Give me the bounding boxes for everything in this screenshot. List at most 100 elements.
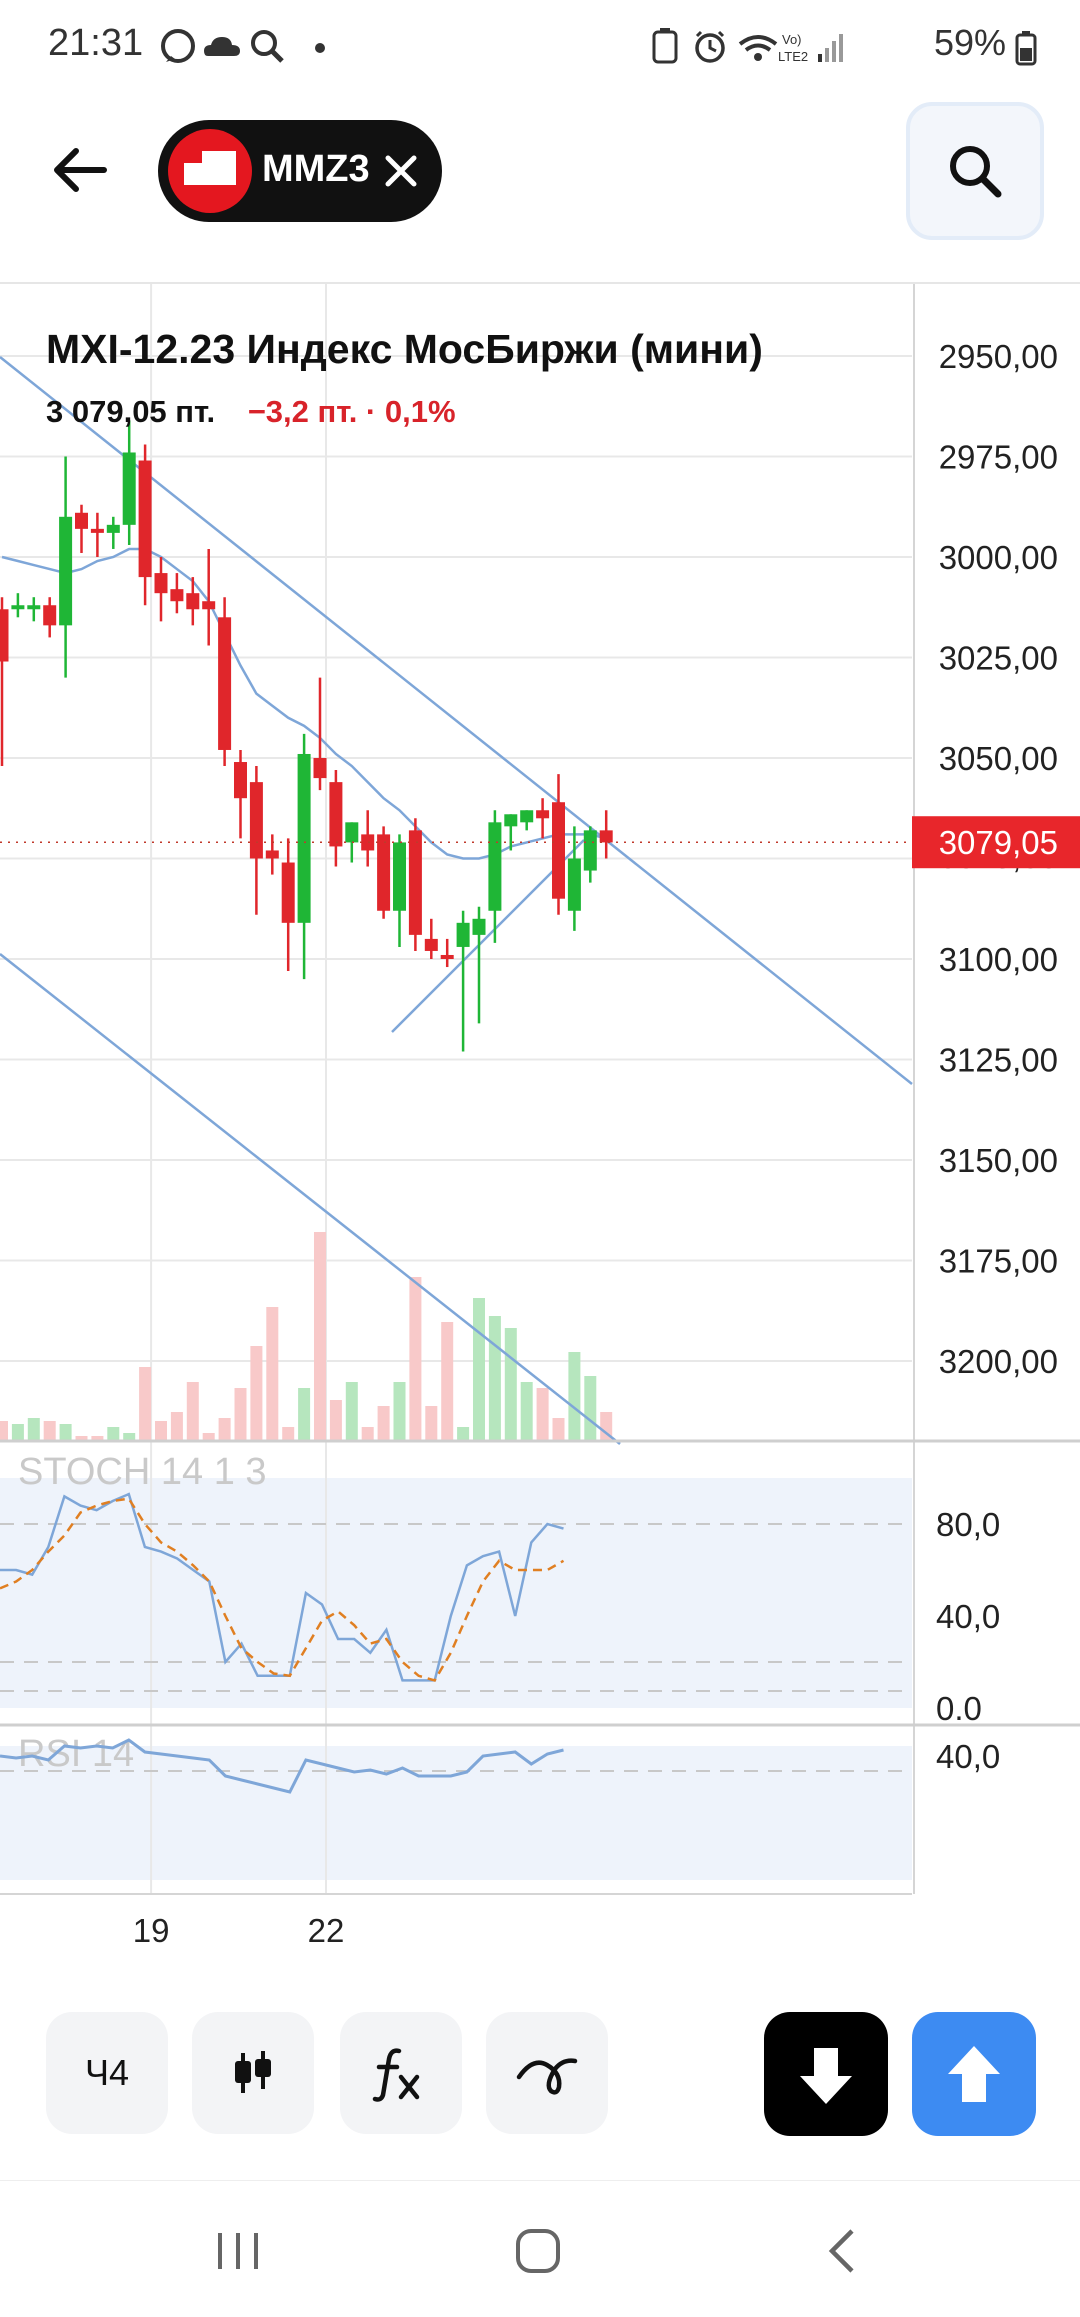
volume-bar: [139, 1367, 152, 1442]
price-axis-label: 3050,00: [939, 740, 1058, 777]
price-axis-label: 2950,00: [939, 338, 1058, 375]
candle-body: [599, 830, 613, 843]
candle-body: [377, 834, 391, 911]
ticker-label: MMZ3: [262, 148, 370, 190]
app-bar: MMZ3: [0, 96, 1080, 284]
candle-body: [154, 573, 168, 594]
volume-bar: [186, 1382, 199, 1442]
volume-bar: [568, 1352, 581, 1442]
candle-body: [0, 609, 9, 662]
buy-button[interactable]: [912, 2012, 1036, 2136]
volume-bar: [298, 1388, 311, 1442]
ticker-flag-icon: [168, 129, 252, 213]
volume-bar: [155, 1421, 167, 1442]
candle-body: [345, 822, 359, 843]
price-axis-label: 3150,00: [939, 1142, 1058, 1179]
volume-bar: [536, 1388, 549, 1442]
candle-body: [567, 858, 581, 911]
candle-body: [27, 605, 41, 610]
volume-bar: [409, 1277, 422, 1442]
stoch-axis-label: 0.0: [936, 1690, 982, 1727]
system-nav-bar: [0, 2180, 1080, 2317]
status-left-icons: [161, 29, 325, 63]
price-axis-label: 3125,00: [939, 1042, 1058, 1079]
candle-body: [106, 524, 120, 533]
arrow-left-icon[interactable]: [48, 138, 112, 202]
volume-bar: [314, 1232, 326, 1442]
candle-body: [265, 850, 279, 859]
candlestick-icon: [235, 2051, 271, 2093]
candle-body: [218, 617, 232, 750]
rsi-axis-label: 40,0: [936, 1738, 1000, 1775]
candle-body: [234, 762, 247, 799]
candle-body: [122, 452, 136, 525]
candle-body: [90, 528, 104, 533]
date-axis-label: 19: [133, 1912, 170, 1949]
volume-bar: [43, 1421, 56, 1442]
volume-bar: [552, 1418, 565, 1442]
volume-bar: [345, 1382, 358, 1442]
search-icon: [950, 146, 1002, 198]
drawing-curve-icon: [516, 2058, 578, 2095]
candle-body: [59, 516, 73, 626]
candle-body: [520, 810, 534, 823]
last-price-tag-label: 3079,05: [939, 824, 1058, 861]
candle-body: [186, 593, 200, 610]
candle-body: [361, 834, 375, 851]
date-axis-label: 22: [308, 1912, 345, 1949]
rsi-band: [0, 1746, 912, 1880]
candle-body: [43, 605, 57, 626]
status-time: 21:31: [48, 22, 144, 64]
candle-body: [202, 601, 216, 610]
search-button[interactable]: [906, 102, 1044, 240]
cloud-icon: [204, 37, 240, 56]
volume-bar: [59, 1424, 72, 1442]
candle-body: [297, 753, 311, 923]
volume-bar: [520, 1382, 533, 1442]
candle-body: [313, 758, 327, 779]
trendline-upper: [0, 356, 913, 1085]
volume-bar: [425, 1406, 438, 1442]
whatsapp-icon: [161, 29, 195, 63]
candle-body: [504, 814, 518, 827]
chart-title: MXI-12.23 Индекс МосБиржи (мини): [46, 326, 763, 372]
price-axis-label: 2975,00: [939, 439, 1058, 476]
alarm-icon: [695, 30, 725, 63]
recent-apps-icon[interactable]: [208, 2221, 268, 2281]
close-icon[interactable]: [380, 150, 422, 192]
recycle-icon: [652, 28, 678, 64]
candle-body: [424, 938, 438, 951]
price-axis-label: 3000,00: [939, 539, 1058, 576]
indicators-button[interactable]: [340, 2012, 462, 2134]
volume-bar: [218, 1418, 231, 1442]
volume-bar: [329, 1400, 342, 1442]
rsi-title: RSI 14: [18, 1733, 134, 1775]
candle-body: [138, 460, 152, 578]
price-axis-label: 3200,00: [939, 1343, 1058, 1380]
interval-label: Ч4: [84, 2052, 129, 2093]
back-icon[interactable]: [814, 2221, 874, 2281]
stoch-axis-label: 40,0: [936, 1598, 1000, 1635]
price-change: −3,2 пт. · 0,1%: [247, 394, 456, 429]
ticker-chip[interactable]: MMZ3: [158, 120, 442, 222]
candle-body: [440, 954, 454, 959]
drawing-button[interactable]: [486, 2012, 608, 2134]
search-icon: [251, 30, 284, 63]
battery-percentage: 59%: [933, 22, 1006, 63]
stoch-band: [0, 1478, 912, 1708]
stoch-title: STOCH 14 1 3: [18, 1451, 267, 1493]
candle-body: [552, 802, 565, 899]
sell-button[interactable]: [764, 2012, 888, 2136]
price-axis-label: 3175,00: [939, 1243, 1058, 1280]
candle-body: [393, 842, 406, 911]
candle-body: [329, 782, 343, 847]
chart-canvas[interactable]: 2950,00 2975,00 3000,00 3025,00 3050,00 3100,…: [0, 284, 1080, 2000]
candle-body: [408, 830, 422, 935]
chart-type-button[interactable]: [192, 2012, 314, 2134]
interval-button[interactable]: Ч4: [46, 2012, 168, 2134]
home-icon[interactable]: [508, 2221, 568, 2281]
candle-body: [488, 822, 502, 911]
price-axis-label: 3100,00: [939, 941, 1058, 978]
volume-bar: [488, 1316, 501, 1442]
chart-area[interactable]: 2950,00 2975,00 3000,00 3025,00 3050,00 3100,…: [0, 284, 1080, 2000]
